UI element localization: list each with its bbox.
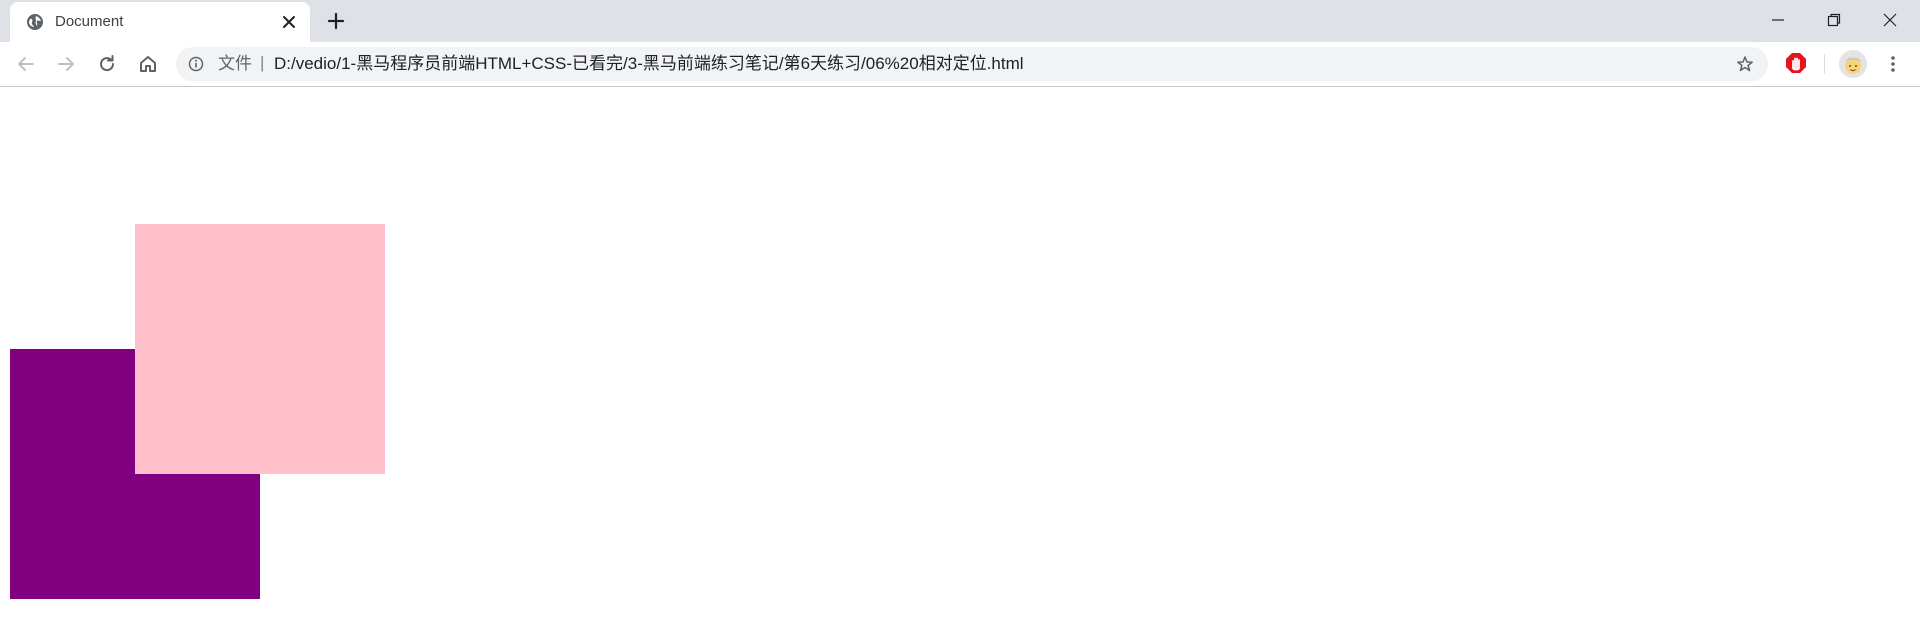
plus-icon — [327, 12, 345, 30]
close-icon — [1883, 13, 1897, 27]
address-url[interactable]: D:/vedio/1-黑马程序员前端HTML+CSS-已看完/3-黑马前端练习笔… — [274, 55, 1714, 73]
new-tab-button[interactable] — [324, 9, 348, 33]
address-separator: | — [260, 53, 265, 72]
avatar[interactable] — [1839, 50, 1867, 78]
address-bar[interactable]: 文件 | D:/vedio/1-黑马程序员前端HTML+CSS-已看完/3-黑马… — [176, 47, 1768, 81]
reload-button[interactable] — [95, 52, 119, 76]
forward-button[interactable] — [54, 52, 78, 76]
browser-window: Document 文件 | D:/vedio/1-黑马程序员前端HTML+CSS… — [0, 0, 1920, 621]
restore-button[interactable] — [1806, 0, 1862, 40]
arrow-right-icon — [58, 57, 74, 71]
pink-box — [135, 224, 385, 474]
tab-title: Document — [55, 13, 124, 30]
tab-document[interactable]: Document — [10, 2, 310, 42]
arrow-left-icon — [18, 57, 34, 71]
close-icon[interactable] — [280, 13, 298, 31]
minimize-button[interactable] — [1750, 0, 1806, 40]
home-icon — [140, 56, 156, 72]
home-button[interactable] — [136, 52, 160, 76]
page-content — [0, 87, 1920, 621]
minimize-icon — [1772, 19, 1784, 21]
browser-toolbar: 文件 | D:/vedio/1-黑马程序员前端HTML+CSS-已看完/3-黑马… — [0, 42, 1920, 87]
globe-icon — [26, 13, 44, 31]
stop-hand-icon[interactable] — [1784, 51, 1808, 75]
tab-strip: Document — [0, 0, 1920, 42]
address-scheme-label: 文件 — [218, 54, 252, 73]
info-icon[interactable] — [188, 56, 204, 72]
toolbar-divider — [1824, 54, 1825, 74]
reload-icon — [100, 55, 115, 72]
kebab-menu-icon[interactable] — [1881, 52, 1905, 76]
star-icon[interactable] — [1736, 55, 1754, 73]
window-close-button[interactable] — [1862, 0, 1918, 40]
restore-icon — [1827, 13, 1841, 27]
back-button[interactable] — [14, 52, 38, 76]
